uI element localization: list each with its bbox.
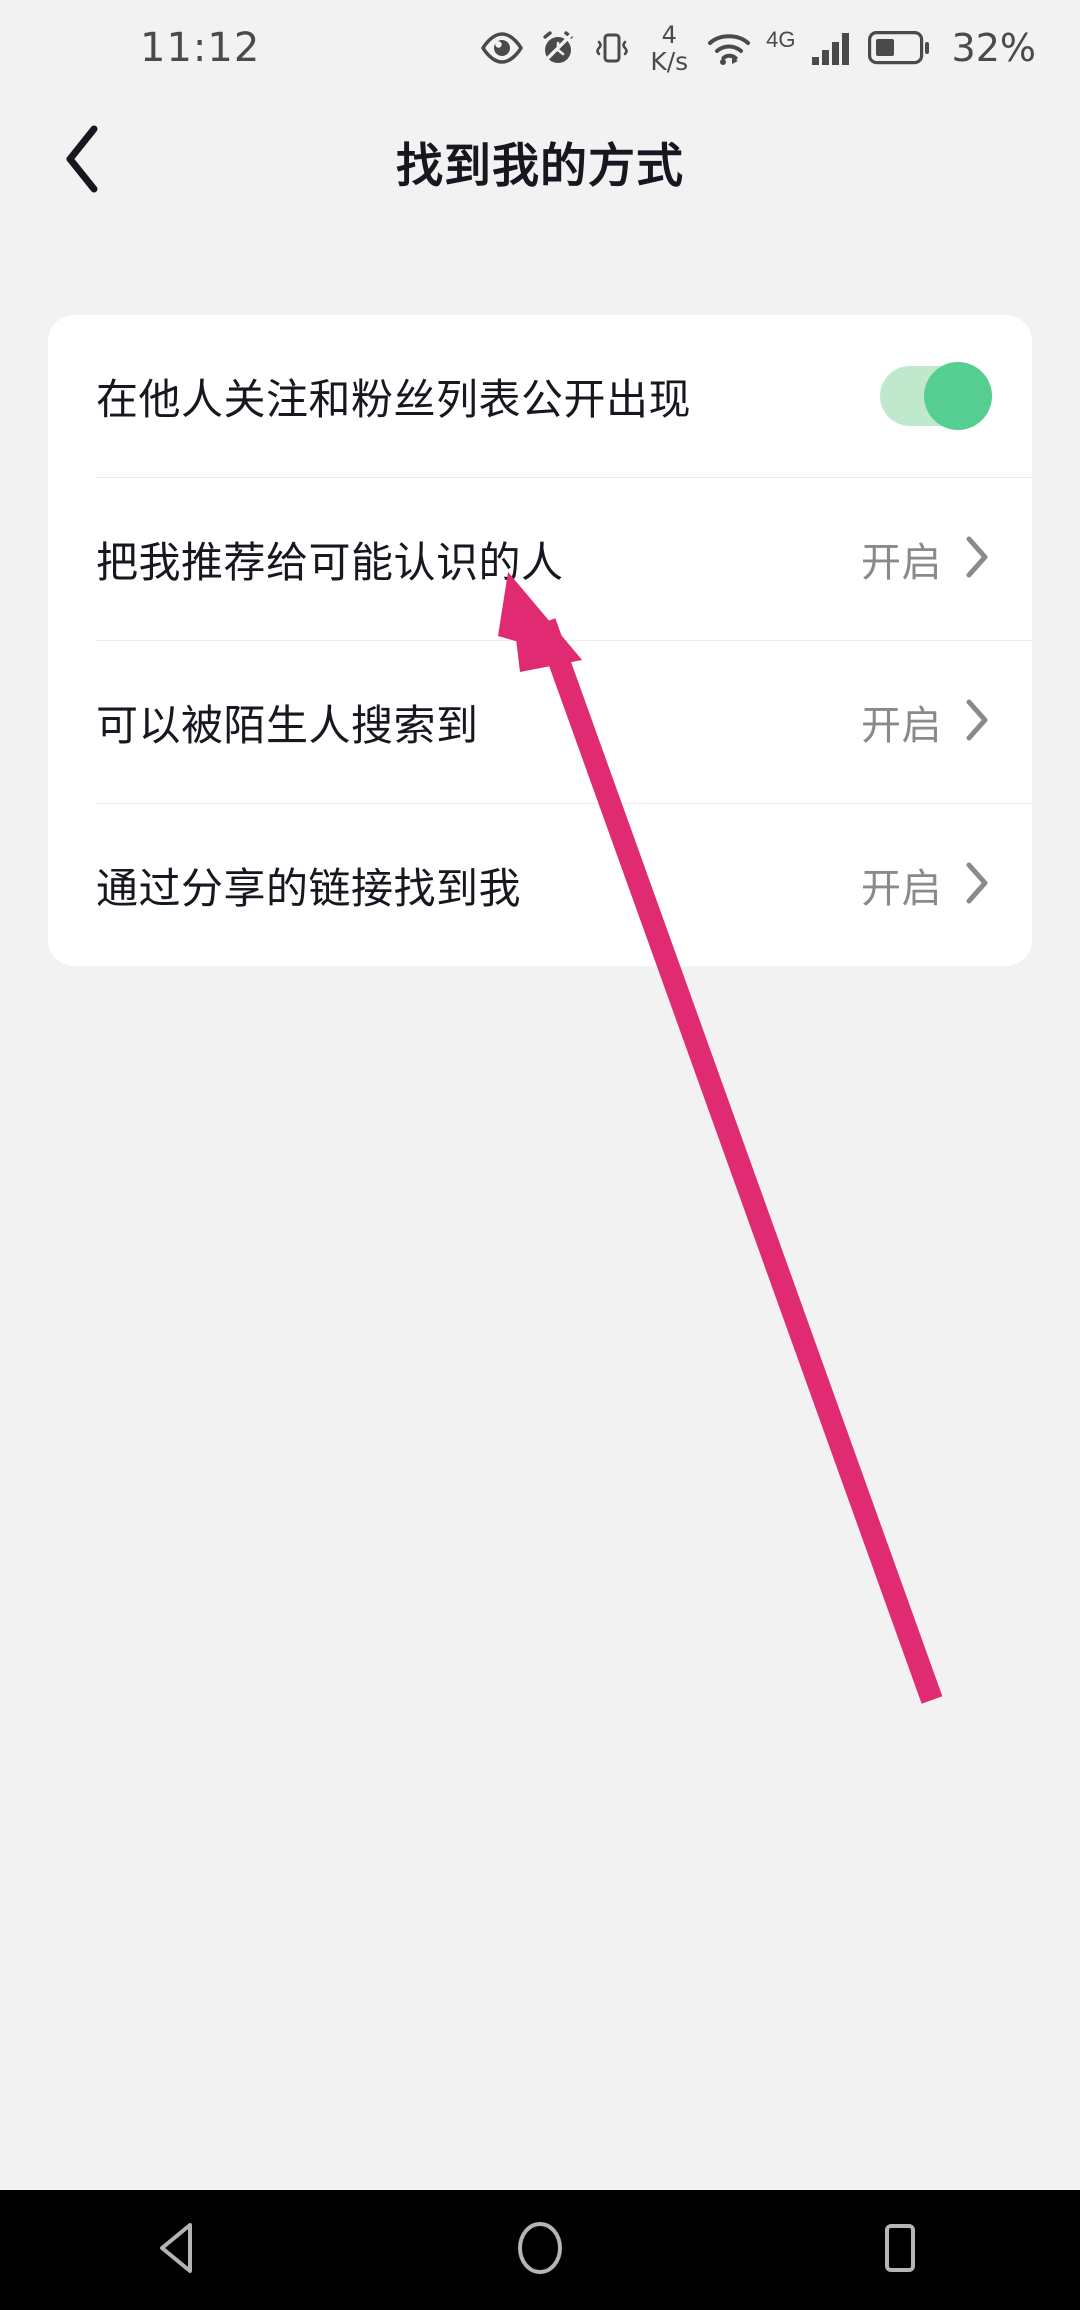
chevron-right-icon [964,534,990,585]
status-bar-clock: 11:12 [140,25,261,71]
settings-card: 在他人关注和粉丝列表公开出现 把我推荐给可能认识的人 开启 可以被陌生人搜索到 … [48,315,1032,966]
nav-home-button[interactable] [450,2190,630,2310]
alarm-icon [538,28,578,68]
setting-row-findable-via-shared-link[interactable]: 通过分享的链接找到我 开启 [48,804,1032,966]
network-speed-indicator: 4 K/s [650,23,688,74]
signal-icon [810,30,854,66]
circle-icon [516,2220,564,2281]
phone-screen: 11:12 4 K/s 4G 32% 找到我的方式 在他人关注和粉丝列表公开出现… [0,0,1080,2310]
nav-back-button[interactable] [90,2190,270,2310]
nav-recents-button[interactable] [810,2190,990,2310]
setting-row-value: 开启 [861,704,942,748]
network-speed-value: 4 [661,20,677,49]
setting-row-label: 可以被陌生人搜索到 [96,701,479,749]
battery-percent-label: 32% [951,26,1036,70]
triangle-left-icon [156,2221,204,2280]
network-type-label: 4G [766,26,796,52]
navigation-bar [0,2190,1080,2310]
page-title: 找到我的方式 [396,138,684,192]
app-header: 找到我的方式 [0,96,1080,226]
network-speed-unit: K/s [650,46,689,76]
setting-row-label: 把我推荐给可能认识的人 [96,538,564,586]
setting-row-public-in-follow-lists[interactable]: 在他人关注和粉丝列表公开出现 [48,315,1032,477]
setting-row-value: 开启 [861,867,942,911]
chevron-right-icon [964,860,990,911]
chevron-right-icon [964,697,990,748]
setting-row-recommend-to-people-you-may-know[interactable]: 把我推荐给可能认识的人 开启 [48,478,1032,640]
eye-care-icon [480,31,524,65]
setting-row-value: 开启 [861,541,942,585]
setting-row-label: 在他人关注和粉丝列表公开出现 [96,375,692,423]
wifi-icon [706,30,752,66]
status-bar-icons: 4 K/s 4G 32% [480,23,1036,74]
setting-row-searchable-by-strangers[interactable]: 可以被陌生人搜索到 开启 [48,641,1032,803]
status-bar: 11:12 4 K/s 4G 32% [0,0,1080,96]
square-icon [877,2221,923,2280]
vibrate-icon [592,28,632,68]
public-in-follow-lists-toggle[interactable] [880,362,992,430]
battery-icon [867,31,930,65]
toggle-knob [924,362,992,430]
setting-row-label: 通过分享的链接找到我 [96,864,522,912]
